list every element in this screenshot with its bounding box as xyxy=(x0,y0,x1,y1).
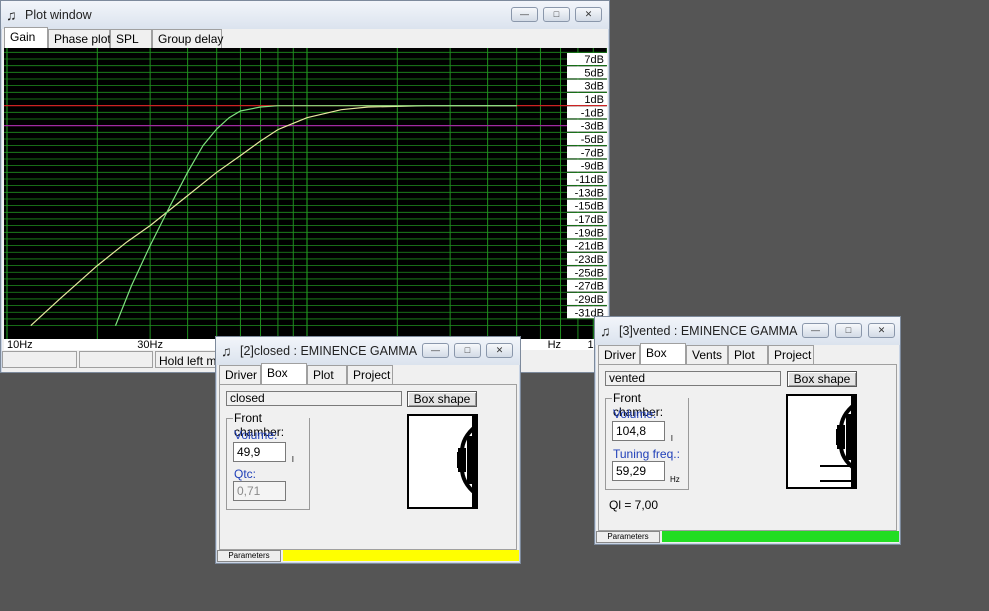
y-tick-label: -11dB xyxy=(575,174,604,186)
tab-plot[interactable]: Plot xyxy=(728,345,768,364)
tab-group-delay[interactable]: Group delay xyxy=(152,29,223,48)
volume-label: Volume: xyxy=(613,407,657,421)
volume-field[interactable]: 104,8 xyxy=(612,421,665,441)
y-tick-label: -23dB xyxy=(575,254,604,266)
tab-driver[interactable]: Driver xyxy=(598,345,640,364)
gain-chart[interactable]: 7dB5dB 3dB1dB-1dB -3dB-5dB-7dB -9dB-11dB-13… xyxy=(4,48,607,350)
vented-tabs: Driver Box Vents Plot Project xyxy=(598,343,898,365)
tab-plot[interactable]: Plot xyxy=(307,365,347,384)
closed-box-window: ♫ [2]closed : EMINENCE GAMMA ... — □ ✕ D… xyxy=(215,336,521,564)
y-tick-label: -3dB xyxy=(581,121,604,133)
box-shape-preview xyxy=(407,414,478,509)
speaker-driver-icon xyxy=(457,416,476,507)
maximize-icon[interactable]: □ xyxy=(543,7,570,22)
parameters-button[interactable]: Parameters xyxy=(596,531,660,543)
x-tick-label: Hz xyxy=(548,339,561,350)
speaker-icon: ♫ xyxy=(221,343,232,359)
window-title: [3]vented : EMINENCE GAMMA ... xyxy=(619,324,801,338)
tuning-freq-label: Tuning freq.: xyxy=(613,447,680,461)
box-shape-preview xyxy=(786,394,857,489)
tab-spl[interactable]: SPL xyxy=(110,29,152,48)
y-tick-label: 1dB xyxy=(584,94,604,106)
closed-client: Driver Box Plot Project closed Box shape… xyxy=(217,363,519,562)
qtc-field[interactable]: 0,71 xyxy=(233,481,286,501)
box-shape-button[interactable]: Box shape xyxy=(407,391,477,407)
y-tick-label: -13dB xyxy=(575,187,604,199)
tab-driver[interactable]: Driver xyxy=(219,365,261,384)
volume-label: Volume: xyxy=(234,428,278,442)
maximize-icon[interactable]: □ xyxy=(835,323,862,338)
window-title: Plot window xyxy=(25,8,92,22)
y-tick-label: 5dB xyxy=(584,67,604,79)
volume-field[interactable]: 49,9 xyxy=(233,442,286,462)
close-icon[interactable]: ✕ xyxy=(486,343,513,358)
ql-text: Ql = 7,00 xyxy=(609,498,659,512)
status-panel-1 xyxy=(2,351,77,368)
close-icon[interactable]: ✕ xyxy=(575,7,602,22)
y-tick-label: -19dB xyxy=(575,227,604,239)
y-tick-label: 7dB xyxy=(584,54,604,66)
minimize-icon[interactable]: — xyxy=(511,7,538,22)
speaker-icon: ♫ xyxy=(600,323,611,339)
y-tick-label: -15dB xyxy=(575,201,604,213)
plot-window: ♫ Plot window — □ ✕ Gain Phase plot SPL … xyxy=(0,0,610,373)
status-color-bar xyxy=(283,550,519,561)
y-tick-label: -27dB xyxy=(575,281,604,293)
tuning-freq-unit: Hz xyxy=(670,475,680,484)
box-shape-button[interactable]: Box shape xyxy=(787,371,857,387)
y-tick-label: -7dB xyxy=(581,147,604,159)
minimize-icon[interactable]: — xyxy=(422,343,449,358)
y-tick-label: -17dB xyxy=(575,214,604,226)
tab-box[interactable]: Box xyxy=(261,363,307,385)
maximize-icon[interactable]: □ xyxy=(454,343,481,358)
y-tick-label: -5dB xyxy=(581,134,604,146)
x-tick-label: 30Hz xyxy=(137,339,163,350)
status-panel-2 xyxy=(79,351,153,368)
volume-unit: l xyxy=(671,434,673,443)
tab-project[interactable]: Project xyxy=(347,365,393,384)
y-tick-label: -29dB xyxy=(575,294,604,306)
plot-tabs: Gain Phase plot SPL Group delay xyxy=(4,27,304,49)
closed-window-titlebar[interactable]: ♫ [2]closed : EMINENCE GAMMA ... — □ ✕ xyxy=(216,337,520,365)
y-tick-label: -9dB xyxy=(581,161,604,173)
close-icon[interactable]: ✕ xyxy=(868,323,895,338)
tab-vents[interactable]: Vents xyxy=(686,345,728,364)
volume-unit: l xyxy=(292,455,294,464)
closed-tabs: Driver Box Plot Project xyxy=(219,363,519,385)
minimize-icon[interactable]: — xyxy=(802,323,829,338)
y-tick-label: 3dB xyxy=(584,81,604,93)
plot-window-titlebar[interactable]: ♫ Plot window — □ ✕ xyxy=(1,1,609,29)
tab-project[interactable]: Project xyxy=(768,345,814,364)
speaker-driver-icon xyxy=(820,396,855,487)
tab-box[interactable]: Box xyxy=(640,343,686,365)
tab-gain[interactable]: Gain xyxy=(4,27,48,49)
box-type-field[interactable]: vented xyxy=(605,371,781,386)
y-tick-label: -1dB xyxy=(581,107,604,119)
vented-window-titlebar[interactable]: ♫ [3]vented : EMINENCE GAMMA ... — □ ✕ xyxy=(595,317,900,345)
vented-client: Driver Box Vents Plot Project vented Box… xyxy=(596,343,899,543)
tuning-freq-field[interactable]: 59,29 xyxy=(612,461,665,481)
box-type-field[interactable]: closed xyxy=(226,391,402,406)
y-tick-label: -21dB xyxy=(575,241,604,253)
qtc-label: Qtc: xyxy=(234,467,257,481)
parameters-button[interactable]: Parameters xyxy=(217,550,281,562)
vented-box-window: ♫ [3]vented : EMINENCE GAMMA ... — □ ✕ D… xyxy=(594,316,901,545)
plot-client: Gain Phase plot SPL Group delay 7dB 5dB 3d… xyxy=(2,27,608,372)
x-tick-label: 10Hz xyxy=(7,339,33,350)
status-color-bar xyxy=(662,531,899,542)
window-title: [2]closed : EMINENCE GAMMA ... xyxy=(240,344,420,358)
speaker-icon: ♫ xyxy=(6,7,17,23)
y-tick-label: -25dB xyxy=(575,267,604,279)
tab-phase-plot[interactable]: Phase plot xyxy=(48,29,111,48)
